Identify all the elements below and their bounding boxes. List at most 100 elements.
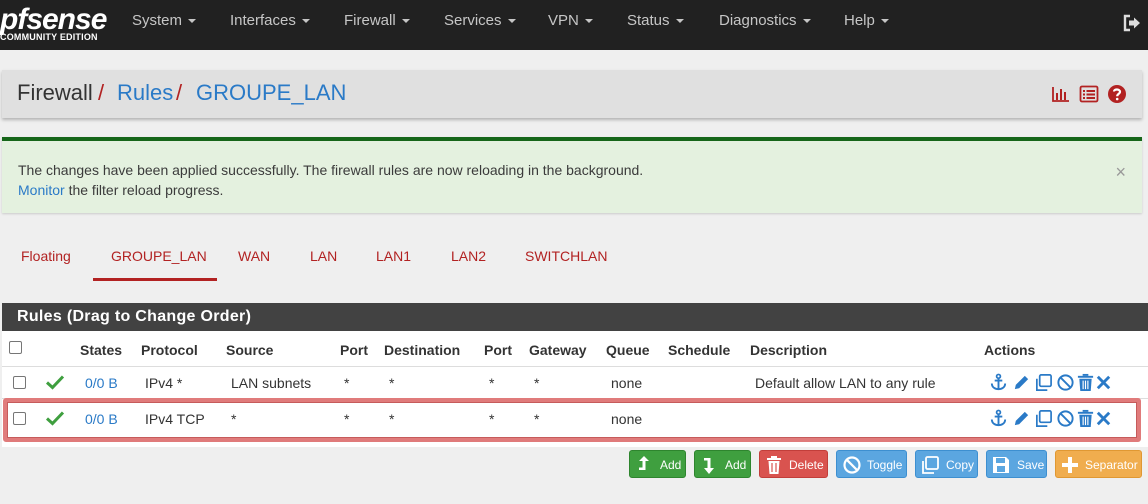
nav-system[interactable]: System: [132, 0, 197, 50]
col-actions: Actions: [984, 342, 1036, 358]
tab-lan[interactable]: LAN: [310, 248, 337, 264]
pfsense-logo[interactable]: pfsense COMMUNITY EDITION: [0, 4, 107, 46]
nav-firewall-label: Firewall: [344, 12, 396, 29]
nav-interfaces[interactable]: Interfaces: [230, 0, 310, 50]
copy-icon: [922, 456, 939, 474]
disable-icon[interactable]: [1056, 373, 1075, 392]
row-checkbox[interactable]: [13, 376, 26, 389]
caret-down-icon: [675, 19, 684, 24]
toggle-button[interactable]: Toggle: [836, 450, 907, 478]
nav-interfaces-label: Interfaces: [230, 12, 296, 29]
row-dst-port: *: [489, 375, 495, 391]
toggle-label: Toggle: [867, 458, 903, 472]
nav-diagnostics-label: Diagnostics: [719, 12, 797, 29]
row-description: Default allow LAN to any rule: [755, 375, 936, 391]
success-alert: The changes have been applied successful…: [2, 137, 1142, 213]
pass-check-icon: [45, 375, 65, 390]
copy-button[interactable]: Copy: [915, 450, 978, 478]
chart-icon[interactable]: [1051, 84, 1071, 104]
nav-status[interactable]: Status: [627, 0, 684, 50]
delete-label: Delete: [789, 458, 824, 472]
caret-down-icon: [301, 19, 310, 24]
alert-message: The changes have been applied successful…: [18, 162, 644, 178]
caret-down-icon: [507, 19, 516, 24]
caret-down-icon: [880, 19, 889, 24]
help-icon[interactable]: [1107, 84, 1127, 104]
trash-icon[interactable]: [1076, 373, 1095, 392]
nav-vpn[interactable]: VPN: [548, 0, 593, 50]
alert-close-button[interactable]: ×: [1115, 163, 1126, 181]
caret-down-icon: [188, 19, 197, 24]
col-destination[interactable]: Destination: [384, 342, 460, 358]
copy-icon[interactable]: [1034, 373, 1053, 392]
copy-label: Copy: [946, 458, 975, 472]
row-destination: *: [389, 375, 395, 391]
tab-wan[interactable]: WAN: [238, 248, 270, 264]
add-rule-top-button[interactable]: Add: [629, 450, 686, 478]
pencil-icon[interactable]: [1012, 373, 1031, 392]
tab-lan1[interactable]: LAN1: [376, 248, 411, 264]
nav-firewall[interactable]: Firewall: [344, 0, 410, 50]
tab-active-indicator: [93, 278, 217, 281]
breadcrumb-separator: /: [176, 80, 183, 105]
save-label: Save: [1017, 458, 1045, 472]
col-source[interactable]: Source: [226, 342, 273, 358]
plus-icon: [1062, 457, 1078, 473]
tab-floating[interactable]: Floating: [21, 248, 71, 264]
alert-message-2: Monitor the filter reload progress.: [18, 182, 223, 198]
row-states[interactable]: 0/0 B: [85, 375, 118, 391]
disable-icon: [843, 456, 861, 474]
monitor-link[interactable]: Monitor: [18, 182, 65, 198]
row-src-port: *: [344, 375, 350, 391]
breadcrumb-firewall: Firewall: [17, 80, 93, 105]
col-description[interactable]: Description: [750, 342, 827, 358]
alert-message-rest: the filter reload progress.: [64, 182, 224, 198]
arrow-down-icon: [704, 458, 714, 474]
select-all-checkbox[interactable]: [9, 341, 22, 354]
top-navbar: pfsense COMMUNITY EDITION System Interfa…: [0, 0, 1148, 50]
rules-panel-title: Rules (Drag to Change Order): [2, 303, 1148, 331]
nav-services-label: Services: [444, 12, 502, 29]
caret-down-icon: [584, 19, 593, 24]
list-icon[interactable]: [1079, 84, 1099, 104]
logo-edition: COMMUNITY EDITION: [0, 32, 98, 42]
breadcrumb-current[interactable]: GROUPE_LAN: [196, 80, 346, 106]
separator-button[interactable]: Separator: [1055, 450, 1142, 478]
tab-groupe-lan[interactable]: GROUPE_LAN: [111, 248, 207, 264]
tab-lan2[interactable]: LAN2: [451, 248, 486, 264]
delete-button[interactable]: Delete: [759, 450, 828, 478]
row-protocol: IPv4 *: [145, 375, 183, 391]
row-queue: none: [611, 375, 643, 391]
col-states[interactable]: States: [80, 342, 122, 358]
nav-help[interactable]: Help: [844, 0, 889, 50]
trash-icon: [767, 456, 781, 474]
save-button[interactable]: Save: [986, 450, 1047, 478]
add-top-label: Add: [660, 458, 682, 472]
add-rule-bottom-button[interactable]: Add: [694, 450, 751, 478]
close-icon[interactable]: [1094, 373, 1113, 392]
row-gateway: *: [534, 375, 540, 391]
col-gateway[interactable]: Gateway: [529, 342, 587, 358]
logout-icon[interactable]: [1122, 13, 1142, 33]
tab-switchlan[interactable]: SWITCHLAN: [525, 248, 607, 264]
col-port-2[interactable]: Port: [484, 342, 512, 358]
nav-status-label: Status: [627, 12, 670, 29]
nav-vpn-label: VPN: [548, 12, 579, 29]
add-bottom-label: Add: [725, 458, 747, 472]
row-source: LAN subnets: [231, 375, 312, 391]
selected-row-highlight: [3, 398, 1141, 442]
anchor-icon[interactable]: [989, 373, 1008, 392]
breadcrumb-separator: /: [98, 80, 105, 105]
header-divider: [2, 366, 1148, 367]
caret-down-icon: [401, 19, 410, 24]
col-queue[interactable]: Queue: [606, 342, 650, 358]
nav-services[interactable]: Services: [444, 0, 516, 50]
nav-diagnostics[interactable]: Diagnostics: [719, 0, 811, 50]
col-schedule[interactable]: Schedule: [668, 342, 730, 358]
col-protocol[interactable]: Protocol: [141, 342, 198, 358]
nav-help-label: Help: [844, 12, 875, 29]
separator-label: Separator: [1085, 458, 1138, 472]
col-port[interactable]: Port: [340, 342, 368, 358]
caret-down-icon: [802, 19, 811, 24]
breadcrumb-rules[interactable]: Rules: [117, 80, 173, 106]
